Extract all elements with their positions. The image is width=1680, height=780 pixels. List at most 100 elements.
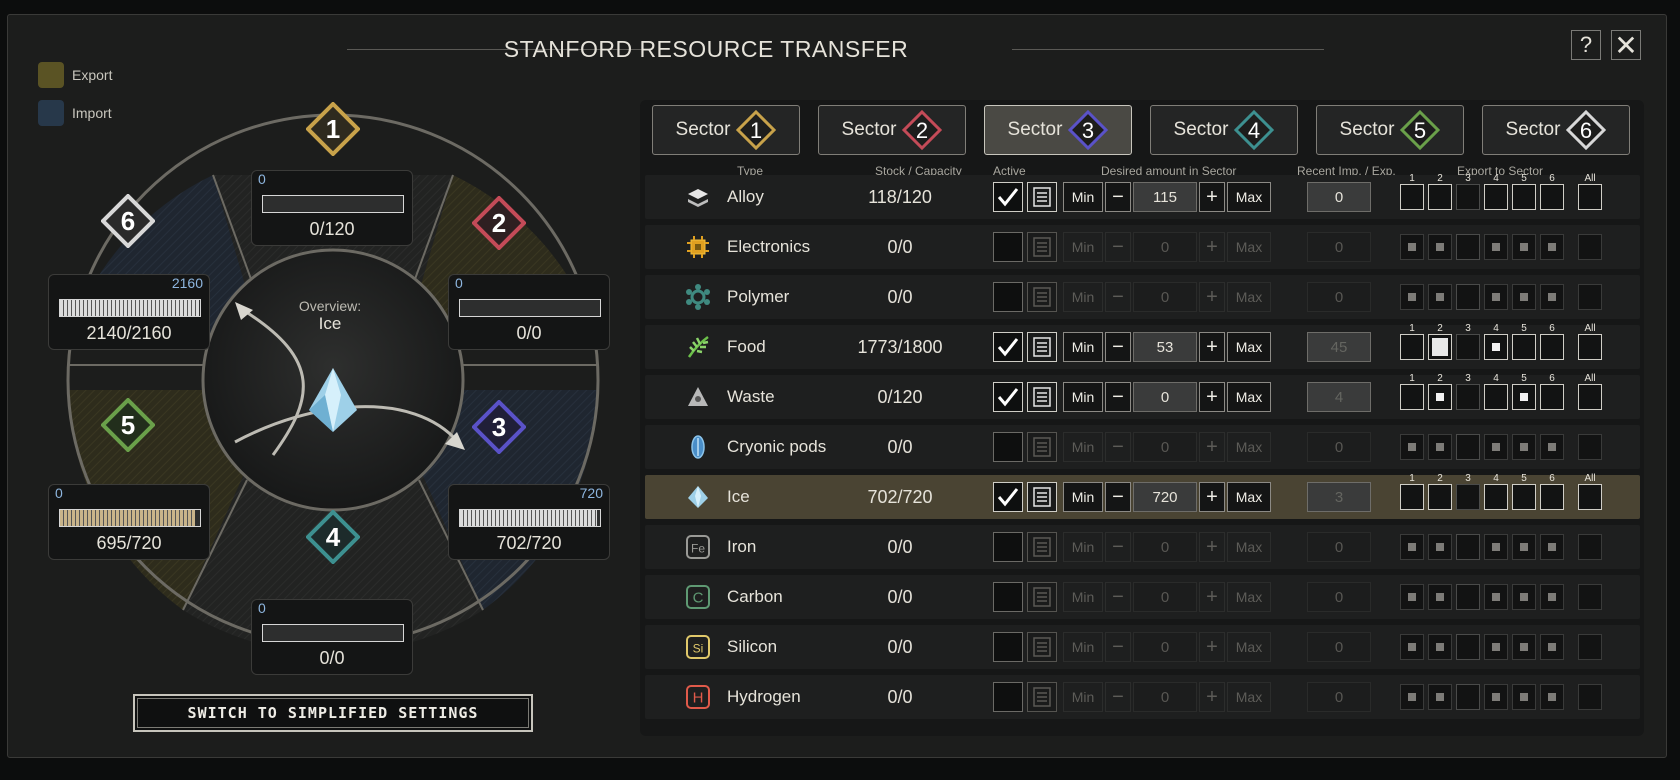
- export-sector-6-checkbox[interactable]: [1540, 434, 1564, 460]
- desired-amount-field[interactable]: 720: [1133, 482, 1197, 512]
- export-sector-1-checkbox[interactable]: [1400, 534, 1424, 560]
- transfer-list-button[interactable]: [1027, 632, 1057, 662]
- export-sector-1-checkbox[interactable]: [1400, 284, 1424, 310]
- transfer-list-button[interactable]: [1027, 382, 1057, 412]
- export-sector-1-checkbox[interactable]: [1400, 684, 1424, 710]
- sector-badge-2[interactable]: 2: [472, 196, 526, 250]
- decrement-button[interactable]: −: [1105, 682, 1131, 712]
- export-sector-2-checkbox[interactable]: 2: [1428, 473, 1452, 510]
- export-sector-6-checkbox[interactable]: [1540, 634, 1564, 660]
- decrement-button[interactable]: −: [1105, 582, 1131, 612]
- close-button[interactable]: ✕: [1611, 30, 1641, 61]
- export-sector-1-checkbox[interactable]: [1400, 634, 1424, 660]
- transfer-list-button[interactable]: [1027, 332, 1057, 362]
- export-all-checkbox[interactable]: [1578, 534, 1602, 560]
- tab-sector-2[interactable]: Sector 2: [818, 105, 966, 155]
- active-checkbox[interactable]: [993, 282, 1023, 312]
- decrement-button[interactable]: −: [1105, 332, 1131, 362]
- min-button[interactable]: Min: [1063, 532, 1103, 562]
- export-sector-6-checkbox[interactable]: 6: [1540, 373, 1564, 410]
- export-sector-2-checkbox[interactable]: 2: [1428, 173, 1452, 210]
- decrement-button[interactable]: −: [1105, 382, 1131, 412]
- export-sector-1-checkbox[interactable]: 1: [1400, 323, 1424, 360]
- export-sector-1-checkbox[interactable]: [1400, 434, 1424, 460]
- increment-button[interactable]: +: [1199, 432, 1225, 462]
- export-all-checkbox[interactable]: [1578, 234, 1602, 260]
- export-sector-4-checkbox[interactable]: 4: [1484, 373, 1508, 410]
- desired-amount-field[interactable]: 0: [1133, 632, 1197, 662]
- tab-sector-6[interactable]: Sector 6: [1482, 105, 1630, 155]
- export-sector-4-checkbox[interactable]: 4: [1484, 323, 1508, 360]
- decrement-button[interactable]: −: [1105, 232, 1131, 262]
- desired-amount-field[interactable]: 53: [1133, 332, 1197, 362]
- desired-amount-field[interactable]: 0: [1133, 282, 1197, 312]
- export-all-checkbox[interactable]: [1578, 434, 1602, 460]
- min-button[interactable]: Min: [1063, 432, 1103, 462]
- increment-button[interactable]: +: [1199, 532, 1225, 562]
- export-sector-4-checkbox[interactable]: [1484, 634, 1508, 660]
- decrement-button[interactable]: −: [1105, 432, 1131, 462]
- transfer-list-button[interactable]: [1027, 432, 1057, 462]
- decrement-button[interactable]: −: [1105, 282, 1131, 312]
- active-checkbox[interactable]: [993, 532, 1023, 562]
- export-sector-1-checkbox[interactable]: [1400, 584, 1424, 610]
- active-checkbox[interactable]: [993, 632, 1023, 662]
- active-checkbox[interactable]: [993, 232, 1023, 262]
- export-sector-6-checkbox[interactable]: 6: [1540, 473, 1564, 510]
- export-all-checkbox[interactable]: All: [1578, 473, 1602, 510]
- export-sector-4-checkbox[interactable]: 4: [1484, 173, 1508, 210]
- export-sector-2-checkbox[interactable]: [1428, 284, 1452, 310]
- export-sector-1-checkbox[interactable]: 1: [1400, 373, 1424, 410]
- export-all-checkbox[interactable]: [1578, 584, 1602, 610]
- sector-badge-1[interactable]: 1: [306, 102, 360, 156]
- export-sector-6-checkbox[interactable]: 6: [1540, 173, 1564, 210]
- tab-sector-4[interactable]: Sector 4: [1150, 105, 1298, 155]
- export-sector-1-checkbox[interactable]: [1400, 234, 1424, 260]
- desired-amount-field[interactable]: 0: [1133, 682, 1197, 712]
- tab-sector-3[interactable]: Sector 3: [984, 105, 1132, 155]
- increment-button[interactable]: +: [1199, 282, 1225, 312]
- min-button[interactable]: Min: [1063, 382, 1103, 412]
- export-sector-6-checkbox[interactable]: [1540, 534, 1564, 560]
- max-button[interactable]: Max: [1227, 682, 1271, 712]
- transfer-list-button[interactable]: [1027, 232, 1057, 262]
- export-all-checkbox[interactable]: [1578, 684, 1602, 710]
- export-sector-4-checkbox[interactable]: [1484, 234, 1508, 260]
- min-button[interactable]: Min: [1063, 182, 1103, 212]
- max-button[interactable]: Max: [1227, 332, 1271, 362]
- tab-sector-1[interactable]: Sector 1: [652, 105, 800, 155]
- increment-button[interactable]: +: [1199, 582, 1225, 612]
- switch-simplified-button[interactable]: SWITCH TO SIMPLIFIED SETTINGS: [133, 694, 533, 732]
- min-button[interactable]: Min: [1063, 332, 1103, 362]
- export-sector-2-checkbox[interactable]: 2: [1428, 373, 1452, 410]
- export-sector-2-checkbox[interactable]: [1428, 684, 1452, 710]
- max-button[interactable]: Max: [1227, 482, 1271, 512]
- active-checkbox[interactable]: [993, 582, 1023, 612]
- desired-amount-field[interactable]: 0: [1133, 582, 1197, 612]
- desired-amount-field[interactable]: 0: [1133, 382, 1197, 412]
- help-button[interactable]: ?: [1571, 30, 1601, 60]
- export-sector-6-checkbox[interactable]: [1540, 684, 1564, 710]
- export-sector-2-checkbox[interactable]: [1428, 634, 1452, 660]
- export-sector-2-checkbox[interactable]: [1428, 234, 1452, 260]
- desired-amount-field[interactable]: 115: [1133, 182, 1197, 212]
- increment-button[interactable]: +: [1199, 182, 1225, 212]
- export-sector-5-checkbox[interactable]: [1512, 684, 1536, 710]
- sector-badge-6[interactable]: 6: [101, 194, 155, 248]
- decrement-button[interactable]: −: [1105, 182, 1131, 212]
- export-sector-4-checkbox[interactable]: [1484, 284, 1508, 310]
- desired-amount-field[interactable]: 0: [1133, 532, 1197, 562]
- active-checkbox[interactable]: [993, 382, 1023, 412]
- max-button[interactable]: Max: [1227, 532, 1271, 562]
- export-sector-6-checkbox[interactable]: [1540, 584, 1564, 610]
- active-checkbox[interactable]: [993, 432, 1023, 462]
- min-button[interactable]: Min: [1063, 232, 1103, 262]
- max-button[interactable]: Max: [1227, 282, 1271, 312]
- export-sector-5-checkbox[interactable]: [1512, 434, 1536, 460]
- export-sector-6-checkbox[interactable]: [1540, 284, 1564, 310]
- export-sector-6-checkbox[interactable]: [1540, 234, 1564, 260]
- export-sector-5-checkbox[interactable]: 5: [1512, 373, 1536, 410]
- min-button[interactable]: Min: [1063, 632, 1103, 662]
- export-all-checkbox[interactable]: All: [1578, 173, 1602, 210]
- max-button[interactable]: Max: [1227, 232, 1271, 262]
